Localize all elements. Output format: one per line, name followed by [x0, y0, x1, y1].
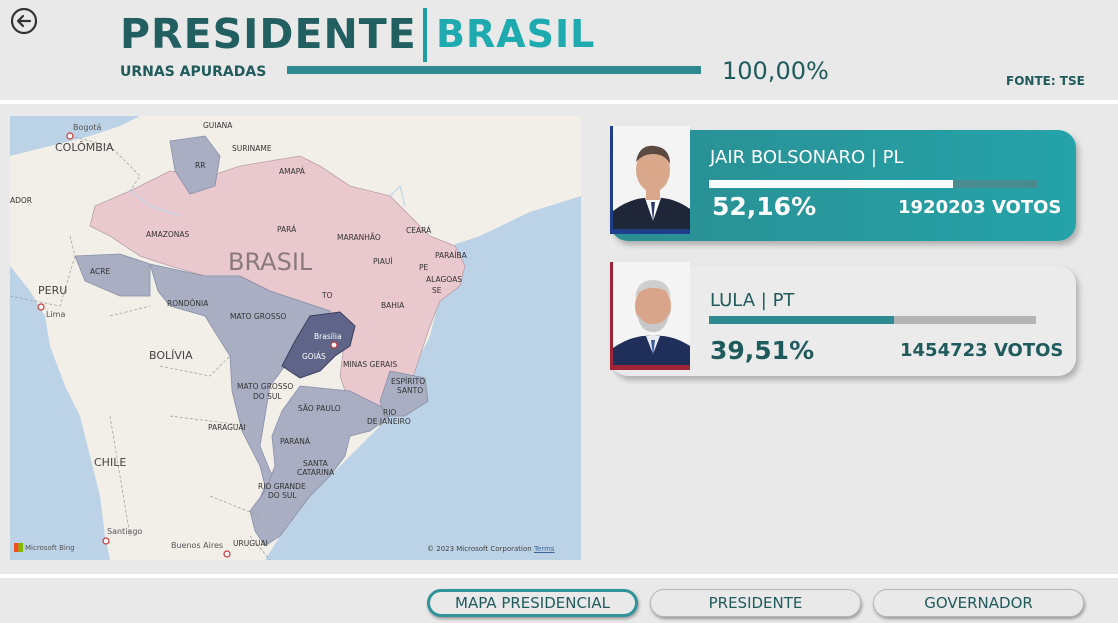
state-label-amazonas: AMAZONAS: [146, 230, 190, 239]
state-label-rondonia: RONDÔNIA: [167, 299, 209, 308]
state-label-rio-1: RIO: [383, 408, 397, 417]
candidate-votes-bolsonaro: 1920203 VOTOS: [898, 197, 1062, 218]
state-label-ceara: CEARÁ: [406, 226, 432, 235]
state-label-pe: PE: [419, 263, 429, 272]
map-label-uruguai: URUGUAI: [233, 539, 268, 548]
state-label-mato-grosso-do-sul-2: DO SUL: [253, 392, 282, 401]
state-label-rio-2: DE JANEIRO: [367, 417, 411, 426]
state-label-paraiba: PARAÍBA: [435, 251, 467, 260]
map-label-ador: ADOR: [10, 196, 33, 205]
state-label-parana: PARANÁ: [280, 437, 310, 446]
candidate-pct-lula: 39,51%: [710, 336, 815, 365]
state-label-rio-grande-do-sul-1: RIO GRANDE: [258, 482, 306, 491]
urnas-percentage: 100,00%: [722, 57, 829, 85]
nav-button-governador[interactable]: GOVERNADOR: [873, 589, 1084, 617]
back-arrow-icon[interactable]: [10, 7, 38, 35]
candidate-photo-bolsonaro: [610, 126, 690, 234]
map-copyright: © 2023 Microsoft Corporation Terms: [427, 545, 555, 553]
map-label-lima: Lima: [46, 310, 66, 319]
state-label-minas-gerais: MINAS GERAIS: [343, 360, 398, 369]
map-label-paraguai: PARAGUAI: [208, 423, 246, 432]
map-copyright-text: © 2023 Microsoft Corporation: [427, 545, 532, 553]
bing-logo: Microsoft Bing: [14, 543, 75, 552]
region-title: BRASIL: [436, 12, 596, 56]
state-label-goias: GOIÁS: [302, 352, 326, 361]
state-label-brasilia: Brasília: [314, 332, 342, 341]
nav-button-presidente[interactable]: PRESIDENTE: [650, 589, 861, 617]
top-divider: [0, 100, 1118, 104]
map-label-santiago: Santiago: [107, 527, 143, 536]
urnas-label: URNAS APURADAS: [120, 64, 267, 80]
bottom-divider: [0, 574, 1118, 578]
candidate-name-lula: LULA | PT: [710, 290, 795, 311]
state-label-rio-grande-do-sul-2: DO SUL: [268, 491, 297, 500]
map-label-buenos-aires: Buenos Aires: [171, 541, 224, 550]
brazil-map[interactable]: Bogotá COLÔMBIA GUIANA SURINAME RR PERU …: [10, 116, 581, 560]
state-label-santa-catarina-2: CATARINA: [297, 468, 335, 477]
candidate-bar-bolsonaro: [709, 180, 1037, 188]
candidate-pct-bolsonaro: 52,16%: [712, 192, 817, 221]
state-label-mato-grosso-do-sul-1: MATO GROSSO: [237, 382, 294, 391]
map-terms-link[interactable]: Terms: [534, 545, 555, 553]
bing-label: Microsoft Bing: [25, 543, 75, 552]
state-label-bahia: BAHIA: [381, 301, 405, 310]
source-label: FONTE: TSE: [1006, 74, 1085, 88]
state-label-para: PARÁ: [277, 225, 297, 234]
state-label-amapa: AMAPÁ: [279, 167, 305, 176]
microsoft-logo-icon: [14, 543, 23, 552]
candidate-votes-lula: 1454723 VOTOS: [900, 340, 1064, 361]
map-label-guiana: GUIANA: [203, 121, 233, 130]
candidate-photo-lula: [610, 262, 690, 370]
state-label-mato-grosso: MATO GROSSO: [230, 312, 287, 321]
map-label-brasil: BRASIL: [228, 248, 313, 276]
state-label-espirito-santo-2: SANTO: [397, 386, 424, 395]
urnas-progress-bar: [287, 66, 701, 74]
state-label-espirito-santo-1: ESPÍRITO: [391, 377, 426, 386]
state-label-alagoas: ALAGOAS: [426, 275, 462, 284]
map-label-suriname: SURINAME: [232, 144, 272, 153]
map-label-chile: CHILE: [94, 456, 127, 469]
state-label-se: SE: [432, 286, 442, 295]
state-label-santa-catarina-1: SANTA: [303, 459, 328, 468]
page-title: PRESIDENTE: [120, 10, 417, 58]
map-label-colombia: COLÔMBIA: [55, 141, 114, 154]
title-separator: [423, 8, 427, 62]
candidate-bar-fill-lula: [709, 316, 894, 324]
state-label-to: TO: [322, 291, 333, 300]
header: PRESIDENTE BRASIL URNAS APURADAS 100,00%…: [0, 0, 1118, 100]
candidate-bar-lula: [709, 316, 1036, 324]
map-label-bolivia: BOLÍVIA: [149, 349, 193, 362]
state-label-sao-paulo: SÃO PAULO: [298, 404, 341, 413]
map-label-peru: PERU: [38, 284, 68, 297]
urnas-progress-fill: [287, 66, 701, 74]
candidate-name-bolsonaro: JAIR BOLSONARO | PL: [710, 147, 904, 168]
state-label-maranhao: MARANHÃO: [337, 233, 381, 242]
state-label-piaui: PIAUÍ: [373, 257, 393, 266]
map-label-rr: RR: [195, 161, 206, 170]
map-label-bogota: Bogotá: [73, 123, 102, 132]
state-label-acre: ACRE: [90, 267, 111, 276]
candidate-bar-fill-bolsonaro: [709, 180, 954, 188]
nav-button-mapa-presidencial[interactable]: MAPA PRESIDENCIAL: [427, 589, 638, 617]
